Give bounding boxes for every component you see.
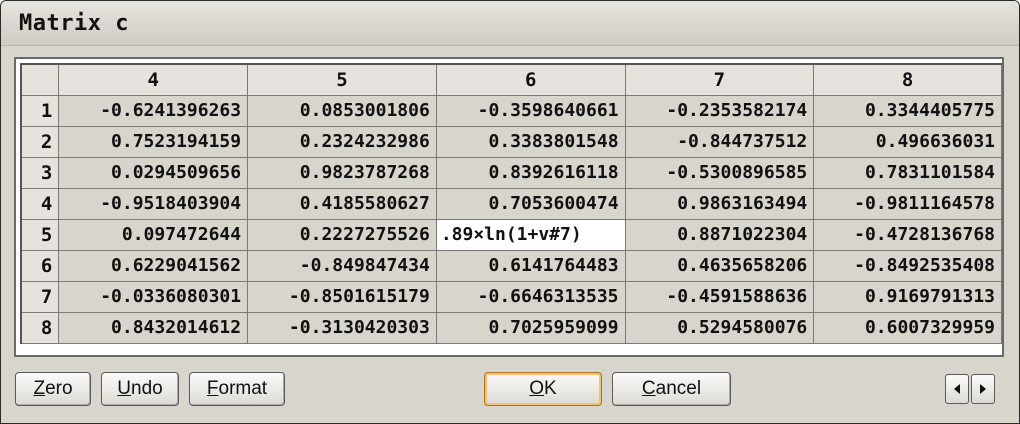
matrix-cell[interactable]: 0.8871022304 [624, 218, 815, 251]
matrix-cell[interactable]: 0.7053600474 [435, 187, 626, 220]
matrix-cell[interactable]: 0.7523194159 [58, 125, 249, 158]
matrix-cell[interactable]: 0.6229041562 [58, 249, 249, 282]
right-arrow-icon [980, 384, 986, 394]
row-header[interactable]: 3 [20, 156, 60, 189]
column-header[interactable]: 4 [58, 63, 249, 96]
row-header[interactable]: 4 [20, 187, 60, 220]
table-row: 3 0.0294509656 0.9823787268 0.8392616118 -0.… [20, 156, 1002, 189]
scroll-left-button[interactable] [945, 374, 969, 404]
matrix-cell[interactable]: 0.7025959099 [435, 311, 626, 344]
matrix-cell[interactable]: -0.0336080301 [58, 280, 249, 313]
row-header[interactable]: 2 [20, 125, 60, 158]
matrix-cell[interactable]: -0.8501615179 [247, 280, 437, 313]
matrix-cell[interactable]: -0.849847434 [247, 249, 437, 282]
left-arrow-icon [954, 384, 960, 394]
table-row: 1 -0.6241396263 0.0853001806 -0.3598640661-… [20, 94, 1002, 127]
table-row: 6 0.6229041562 -0.849847434 0.6141764483 0.4… [20, 249, 1002, 282]
matrix-grid[interactable]: 45678 1 -0.6241396263 0.0853001806 -0.35986… [14, 57, 1004, 357]
column-header[interactable]: 8 [813, 63, 1002, 96]
row-header[interactable]: 1 [20, 94, 60, 127]
matrix-cell[interactable]: 0.9169791313 [813, 280, 1002, 313]
matrix-cell[interactable]: 0.097472644 [58, 218, 249, 251]
column-header[interactable]: 6 [435, 63, 626, 96]
format-button[interactable]: Format [189, 372, 285, 406]
cancel-button[interactable]: Cancel [612, 372, 731, 406]
matrix-cell[interactable]: -0.6646313535 [435, 280, 626, 313]
matrix-table: 45678 1 -0.6241396263 0.0853001806 -0.35986… [20, 63, 1002, 344]
zero-button[interactable]: Zero [15, 372, 91, 406]
matrix-cell[interactable]: -0.6241396263 [58, 94, 249, 127]
undo-button[interactable]: Undo [101, 372, 179, 406]
matrix-dialog: Matrix c 45678 1 -0.6241396263 0.085300180… [0, 0, 1020, 424]
table-row: 4 -0.9518403904 0.4185580627 0.7053600474 0.… [20, 187, 1002, 220]
grid-corner [20, 63, 60, 96]
row-header[interactable]: 8 [20, 311, 60, 344]
matrix-cell[interactable]: 0.9863163494 [624, 187, 815, 220]
matrix-cell[interactable]: 0.6141764483 [435, 249, 626, 282]
matrix-cell[interactable]: -0.9811164578 [813, 187, 1002, 220]
matrix-cell[interactable]: 0.3383801548 [435, 125, 626, 158]
matrix-cell[interactable]: -0.844737512 [624, 125, 815, 158]
matrix-cell[interactable]: -0.4591588636 [624, 280, 815, 313]
ok-button[interactable]: OK [484, 372, 602, 406]
zero-accel: Z [33, 378, 46, 399]
column-header-row: 45678 [20, 63, 1002, 96]
format-accel: F [206, 378, 219, 399]
matrix-cell[interactable]: 0.8392616118 [435, 156, 626, 189]
matrix-cell[interactable]: 0.496636031 [813, 125, 1002, 158]
matrix-cell[interactable]: -0.3130420303 [247, 311, 437, 344]
matrix-cell[interactable]: -0.8492535408 [813, 249, 1002, 282]
row-header[interactable]: 6 [20, 249, 60, 282]
undo-accel: U [117, 378, 132, 399]
table-row: 7 -0.0336080301 -0.8501615179 -0.6646313535… [20, 280, 1002, 313]
grid-body: 1 -0.6241396263 0.0853001806 -0.3598640661-… [20, 94, 1002, 344]
matrix-cell[interactable]: 0.0294509656 [58, 156, 249, 189]
matrix-cell[interactable]: -0.4728136768 [813, 218, 1002, 251]
matrix-cell[interactable]: -0.3598640661 [435, 94, 626, 127]
matrix-cell[interactable]: 0.9823787268 [247, 156, 437, 189]
matrix-cell[interactable]: 0.8432014612 [58, 311, 249, 344]
cancel-accel: C [641, 378, 656, 399]
matrix-cell[interactable]: -0.2353582174 [624, 94, 815, 127]
matrix-cell[interactable]: 0.6007329959 [813, 311, 1002, 344]
matrix-cell[interactable]: 0.4635658206 [624, 249, 815, 282]
matrix-cell[interactable]: 0.2227275526 [247, 218, 437, 251]
matrix-cell[interactable]: 0.2324232986 [247, 125, 437, 158]
matrix-cell[interactable]: 0.0853001806 [247, 94, 437, 127]
zero-label: ero [45, 378, 73, 399]
matrix-cell[interactable]: 0.3344405775 [813, 94, 1002, 127]
matrix-cell[interactable]: 0.4185580627 [247, 187, 437, 220]
row-header[interactable]: 5 [20, 218, 60, 251]
column-header[interactable]: 7 [624, 63, 815, 96]
matrix-cell[interactable]: 0.7831101584 [813, 156, 1002, 189]
window-title: Matrix c [19, 10, 129, 36]
table-row: 2 0.7523194159 0.2324232986 0.3383801548 -0.… [20, 125, 1002, 158]
matrix-cell[interactable]: -0.9518403904 [58, 187, 249, 220]
matrix-cell[interactable]: 0.5294580076 [624, 311, 815, 344]
format-label: ormat [218, 378, 268, 399]
scroll-right-button[interactable] [971, 374, 995, 404]
cancel-label: ancel [655, 378, 702, 399]
undo-label: ndo [131, 378, 163, 399]
ok-accel: O [529, 378, 545, 399]
matrix-cell[interactable]: -0.5300896585 [624, 156, 815, 189]
active-cell-editor[interactable]: .89×ln(1+v#7) [435, 218, 626, 251]
table-row: 8 0.8432014612 -0.3130420303 0.7025959099 0.… [20, 311, 1002, 344]
ok-label: K [544, 378, 557, 399]
row-header[interactable]: 7 [20, 280, 60, 313]
column-header[interactable]: 5 [247, 63, 437, 96]
table-row: 5 0.097472644 0.2227275526.89×ln(1+v#7) 0.8… [20, 218, 1002, 251]
title-bar[interactable]: Matrix c [1, 1, 1019, 46]
